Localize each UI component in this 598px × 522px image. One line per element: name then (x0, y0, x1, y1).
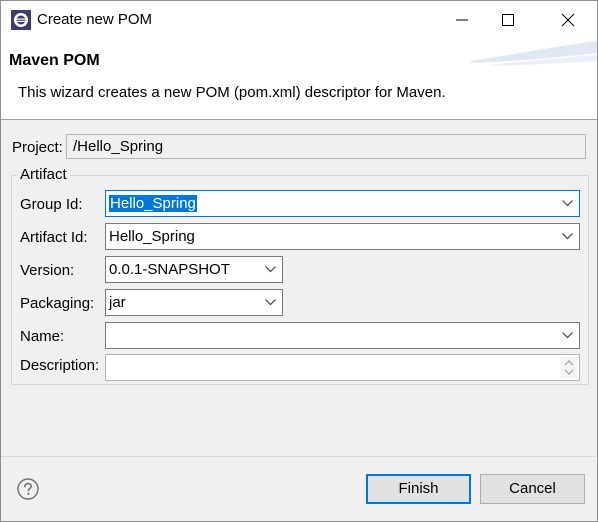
project-label: Project: (12, 139, 63, 156)
group-id-combo[interactable]: Hello_Spring (105, 190, 580, 217)
version-value: 0.0.1-SNAPSHOT (109, 261, 230, 278)
group-id-label: Group Id: (20, 196, 83, 213)
chevron-down-icon (562, 332, 573, 339)
wizard-title: Maven POM (9, 52, 100, 69)
packaging-value: jar (109, 294, 126, 311)
artifact-id-value: Hello_Spring (109, 228, 195, 245)
group-id-value: Hello_Spring (109, 195, 197, 212)
scroll-arrows-icon[interactable] (561, 357, 577, 378)
maximize-button[interactable] (485, 1, 531, 39)
version-label: Version: (20, 262, 75, 279)
artifact-id-combo[interactable]: Hello_Spring (105, 223, 580, 250)
create-pom-dialog: Create new POM Maven POM This wizard cre… (0, 0, 598, 522)
close-button[interactable] (545, 1, 591, 39)
packaging-combo[interactable]: jar (105, 289, 283, 316)
cancel-button[interactable]: Cancel (480, 474, 585, 504)
minimize-icon (456, 19, 468, 21)
close-icon (561, 13, 575, 27)
maximize-icon (502, 14, 514, 26)
project-value: /Hello_Spring (73, 138, 164, 155)
packaging-label: Packaging: (20, 295, 95, 312)
version-combo[interactable]: 0.0.1-SNAPSHOT (105, 256, 283, 283)
wizard-banner-graphic (471, 41, 597, 66)
chevron-down-icon (562, 200, 573, 207)
chevron-down-icon (265, 266, 276, 273)
chevron-down-icon (562, 233, 573, 240)
artifact-id-label: Artifact Id: (20, 229, 88, 246)
artifact-group-title: Artifact (17, 166, 70, 183)
description-textarea[interactable] (105, 354, 580, 381)
wizard-header: Maven POM This wizard creates a new POM … (1, 39, 597, 120)
help-icon[interactable] (17, 478, 39, 500)
finish-button[interactable]: Finish (366, 474, 471, 504)
chevron-down-icon (265, 299, 276, 306)
title-bar: Create new POM (1, 1, 597, 39)
footer-separator (1, 456, 597, 457)
wizard-description: This wizard creates a new POM (pom.xml) … (18, 84, 446, 101)
name-label: Name: (20, 328, 65, 345)
minimize-button[interactable] (439, 1, 485, 39)
project-field: /Hello_Spring (66, 134, 586, 159)
name-combo[interactable] (105, 322, 580, 349)
description-label: Description: (20, 357, 100, 374)
window-title: Create new POM (37, 11, 153, 28)
eclipse-icon (11, 10, 31, 30)
